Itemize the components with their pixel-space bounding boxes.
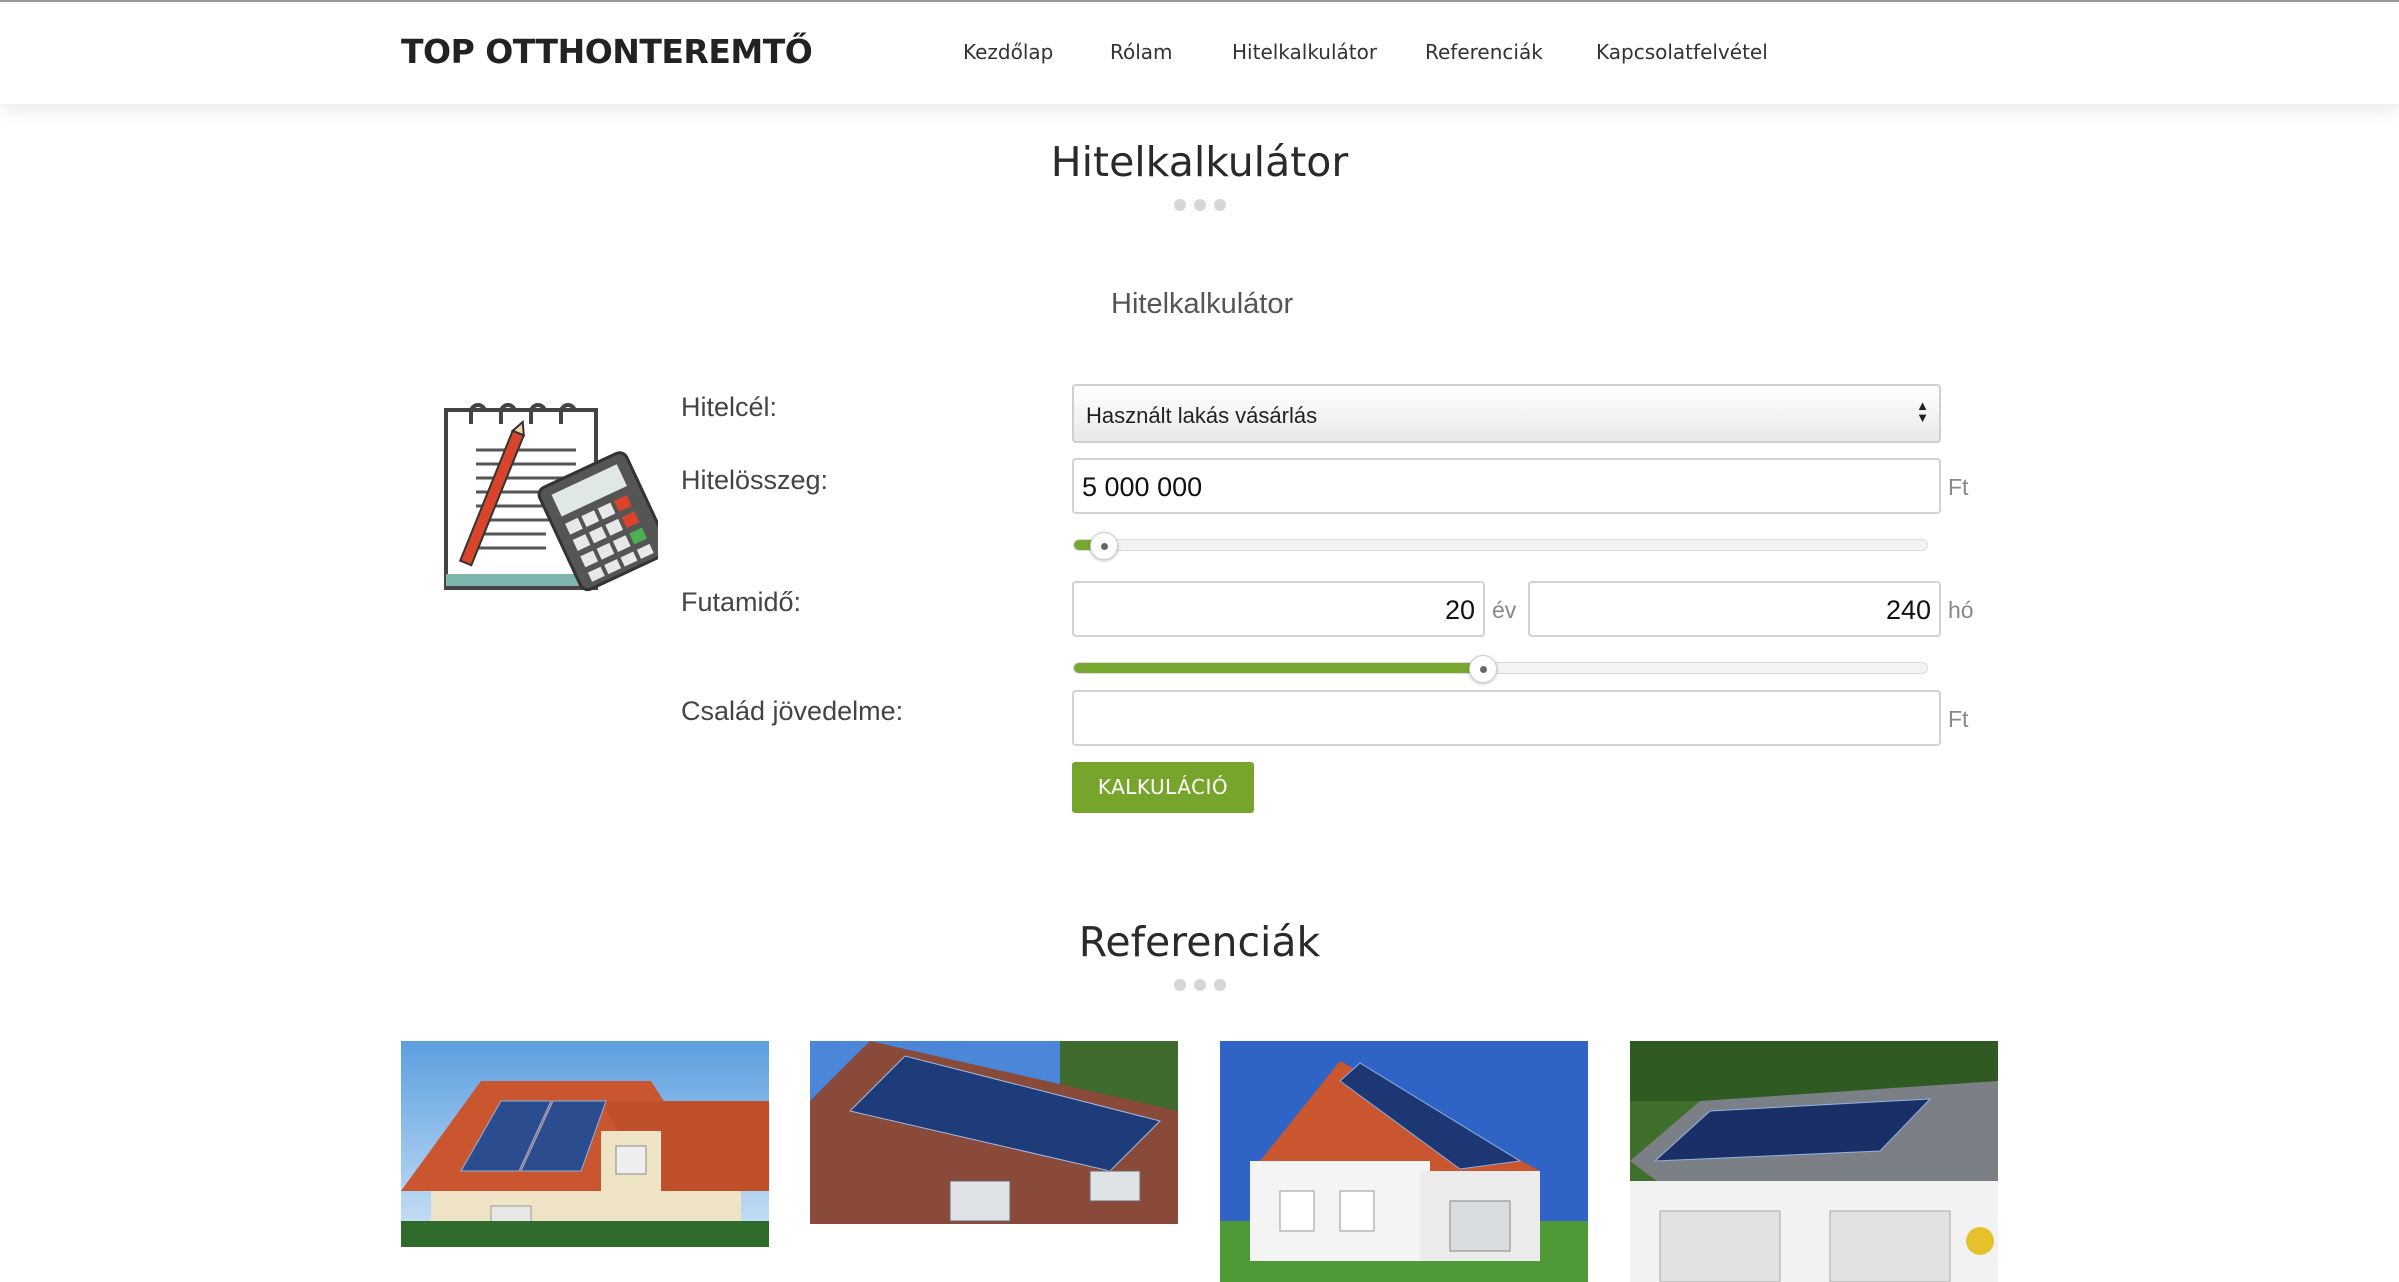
loan-amount-slider-handle[interactable] [1089, 532, 1118, 560]
calculate-button[interactable]: KALKULÁCIÓ [1072, 762, 1254, 813]
solar-roof-house-photo-1[interactable] [401, 1041, 769, 1247]
term-slider[interactable] [1073, 655, 1928, 683]
site-logo[interactable]: TOP OTTHONTEREMTŐ [401, 32, 813, 71]
solar-roof-house-photo-3[interactable] [1220, 1041, 1588, 1282]
section-title-calculator: Hitelkalkulátor [1050, 138, 1349, 186]
site-header: TOP OTTHONTEREMTŐ Kezdőlap Rólam Hitelka… [0, 0, 2399, 104]
calculator-subtitle: Hitelkalkulátor [1111, 288, 1294, 320]
section-title-references: Referenciák [1078, 918, 1321, 966]
nav-rolam[interactable]: Rólam [1110, 40, 1173, 64]
loan-amount-slider[interactable] [1073, 532, 1928, 560]
term-months-unit: hó [1948, 597, 1974, 623]
nav-referenciak[interactable]: Referenciák [1425, 40, 1543, 64]
loan-amount-value: 5 000 000 [1082, 472, 1203, 502]
term-years-unit: év [1492, 597, 1517, 623]
loan-purpose-value: Használt lakás vásárlás [1086, 403, 1318, 428]
solar-roof-house-photo-4[interactable] [1630, 1041, 1998, 1282]
solar-roof-house-photo-2[interactable] [810, 1041, 1178, 1224]
amount-unit: Ft [1948, 474, 1969, 500]
term-years-value: 20 [1444, 595, 1475, 625]
amount-label: Hitelösszeg: [681, 465, 829, 495]
income-unit: Ft [1948, 706, 1969, 732]
select-arrows-icon: ▲ ▼ [1916, 398, 1929, 425]
term-months-value: 240 [1885, 595, 1931, 625]
term-months-input[interactable]: 240 [1528, 581, 1941, 637]
term-slider-handle[interactable] [1469, 655, 1498, 683]
nav-kapcsolatfelvetel[interactable]: Kapcsolatfelvétel [1596, 40, 1768, 64]
nav-kezdolap[interactable]: Kezdőlap [963, 40, 1053, 64]
term-years-input[interactable]: 20 [1072, 581, 1485, 637]
purpose-label: Hitelcél: [681, 392, 778, 422]
title-divider-dots [0, 198, 2399, 216]
loan-amount-input[interactable]: 5 000 000 [1072, 458, 1941, 514]
references-divider-dots [0, 978, 2399, 996]
income-label: Család jövedelme: [681, 696, 904, 726]
term-label: Futamidő: [681, 587, 802, 617]
notepad-calculator-icon [444, 403, 658, 592]
family-income-input[interactable] [1072, 690, 1941, 746]
loan-purpose-select[interactable]: Használt lakás vásárlás ▲ ▼ [1072, 384, 1941, 443]
nav-hitelkalkulator[interactable]: Hitelkalkulátor [1232, 40, 1377, 64]
term-slider-fill [1074, 663, 1484, 673]
